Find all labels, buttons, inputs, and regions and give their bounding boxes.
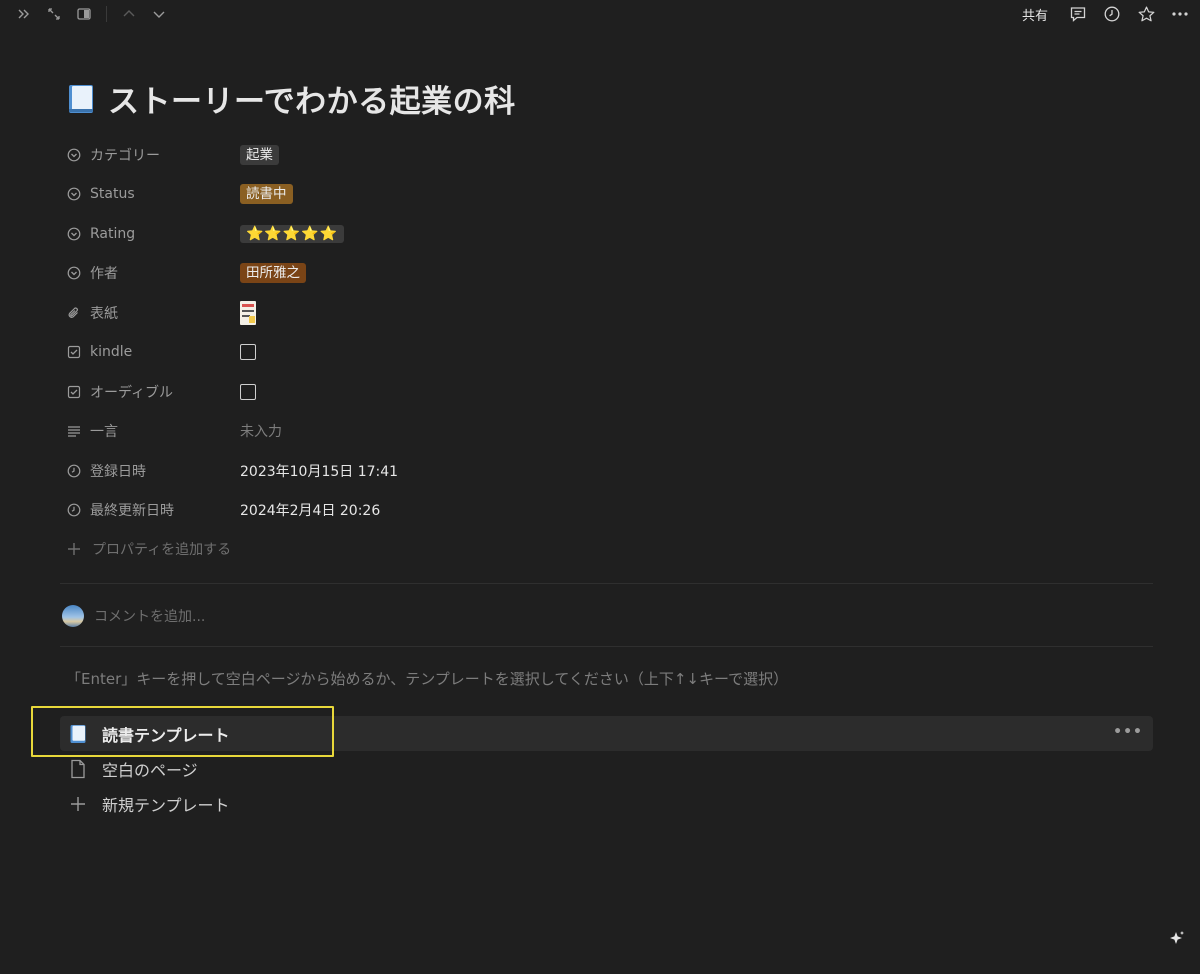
share-button[interactable]: 共有 [1022, 5, 1048, 24]
plus-icon [68, 794, 88, 814]
property-value-status[interactable]: 読書中 [240, 184, 293, 205]
property-row-category: カテゴリー 起業 [60, 135, 1160, 175]
top-bar: 共有 [0, 0, 1200, 28]
property-label-text: 表紙 [90, 305, 118, 322]
add-property-button[interactable]: プロパティを追加する [66, 539, 231, 559]
ai-sparkle-icon[interactable] [1164, 926, 1190, 952]
updated-time-value: 2024年2月4日 20:26 [240, 503, 381, 520]
section-divider [60, 583, 1153, 584]
more-icon[interactable]: ••• [1113, 724, 1143, 740]
property-label-text: Rating [90, 225, 136, 242]
property-row-kindle: kindle [60, 333, 1160, 373]
property-value-updated: 2024年2月4日 20:26 [240, 500, 380, 520]
top-bar-left [0, 4, 169, 24]
book-cover-thumbnail[interactable] [240, 300, 256, 325]
chevron-up-icon[interactable] [119, 4, 139, 24]
expand-icon[interactable] [44, 4, 64, 24]
property-row-audible: オーディブル [60, 372, 1160, 412]
property-row-comment: 一言 未入力 [60, 412, 1160, 452]
property-label-status[interactable]: Status [60, 186, 240, 202]
book-icon[interactable] [66, 83, 96, 115]
kindle-checkbox[interactable] [240, 344, 256, 361]
property-row-author: 作者 田所雅之 [60, 254, 1160, 294]
history-clock-icon[interactable] [1102, 4, 1122, 24]
property-row-status: Status 読書中 [60, 175, 1160, 215]
category-tag[interactable]: 起業 [240, 144, 279, 165]
property-label-text: kindle [90, 344, 133, 361]
template-item-label: 空白のページ [102, 760, 198, 780]
clock-icon [66, 502, 82, 518]
property-label-category[interactable]: カテゴリー [60, 145, 240, 165]
property-label-created[interactable]: 登録日時 [60, 461, 240, 481]
checkbox-icon [66, 384, 82, 400]
property-label-cover[interactable]: 表紙 [60, 303, 240, 323]
comment-icon[interactable] [1068, 4, 1088, 24]
page-icon [68, 759, 88, 779]
property-row-cover: 表紙 [60, 293, 1160, 333]
status-tag[interactable]: 読書中 [240, 184, 293, 205]
property-label-text: 一言 [90, 424, 118, 441]
property-label-note[interactable]: 一言 [60, 421, 240, 441]
property-label-text: 作者 [90, 266, 118, 283]
properties-list: カテゴリー 起業 Status 読書中 Rating ⭐⭐⭐⭐⭐ 作者 田所雅之… [60, 135, 1160, 530]
property-value-rating[interactable]: ⭐⭐⭐⭐⭐ [240, 224, 345, 243]
comment-placeholder[interactable]: コメントを追加... [94, 606, 205, 626]
rating-stars[interactable]: ⭐⭐⭐⭐⭐ [240, 224, 345, 243]
chevron-down-icon[interactable] [149, 4, 169, 24]
property-label-text: 登録日時 [90, 463, 146, 480]
audible-checkbox[interactable] [240, 383, 256, 400]
star-icon[interactable] [1136, 4, 1156, 24]
double-chevron-right-icon[interactable] [14, 4, 34, 24]
select-icon [66, 186, 82, 202]
clock-icon [66, 463, 82, 479]
property-label-text: カテゴリー [90, 147, 160, 164]
property-row-created: 登録日時 2023年10月15日 17:41 [60, 451, 1160, 491]
select-icon [66, 265, 82, 281]
template-item-label: 新規テンプレート [102, 795, 230, 815]
text-lines-icon [66, 423, 82, 439]
property-value-kindle [240, 344, 256, 361]
property-label-audible[interactable]: オーディブル [60, 382, 240, 402]
property-value-author[interactable]: 田所雅之 [240, 263, 306, 284]
checkbox-icon [66, 344, 82, 360]
author-tag[interactable]: 田所雅之 [240, 263, 306, 284]
created-time-value: 2023年10月15日 17:41 [240, 463, 399, 480]
empty-value-placeholder[interactable]: 未入力 [240, 421, 282, 441]
property-label-updated[interactable]: 最終更新日時 [60, 500, 240, 520]
paperclip-icon [66, 305, 82, 321]
sidebar-panel-icon[interactable] [74, 4, 94, 24]
property-label-text: 最終更新日時 [90, 503, 174, 520]
property-row-updated: 最終更新日時 2024年2月4日 20:26 [60, 491, 1160, 531]
top-bar-right: 共有 [1022, 4, 1200, 24]
more-icon[interactable] [1170, 4, 1190, 24]
toolbar-divider [106, 6, 107, 22]
avatar [62, 605, 84, 627]
property-label-author[interactable]: 作者 [60, 263, 240, 283]
highlight-box [31, 706, 334, 757]
plus-icon [66, 541, 82, 557]
page-title[interactable]: ストーリーでわかる起業の科 [108, 76, 516, 121]
property-value-audible [240, 383, 256, 400]
select-icon [66, 226, 82, 242]
page-title-block: ストーリーでわかる起業の科 [66, 76, 516, 121]
template-hint: 「Enter」キーを押して空白ページから始めるか、テンプレートを選択してください… [66, 670, 789, 688]
add-property-label: プロパティを追加する [92, 542, 232, 558]
property-label-kindle[interactable]: kindle [60, 344, 240, 360]
comment-box[interactable]: コメントを追加... [62, 605, 205, 627]
section-divider [60, 646, 1153, 647]
property-value-created: 2023年10月15日 17:41 [240, 461, 398, 481]
property-label-rating[interactable]: Rating [60, 226, 240, 242]
property-label-text: Status [90, 186, 135, 203]
property-row-rating: Rating ⭐⭐⭐⭐⭐ [60, 214, 1160, 254]
select-icon [66, 147, 82, 163]
template-item-new[interactable]: 新規テンプレート [60, 786, 1153, 821]
property-value-category[interactable]: 起業 [240, 144, 279, 165]
property-value-cover[interactable] [240, 300, 256, 325]
property-label-text: オーディブル [90, 384, 174, 401]
property-value-note[interactable]: 未入力 [240, 421, 282, 441]
